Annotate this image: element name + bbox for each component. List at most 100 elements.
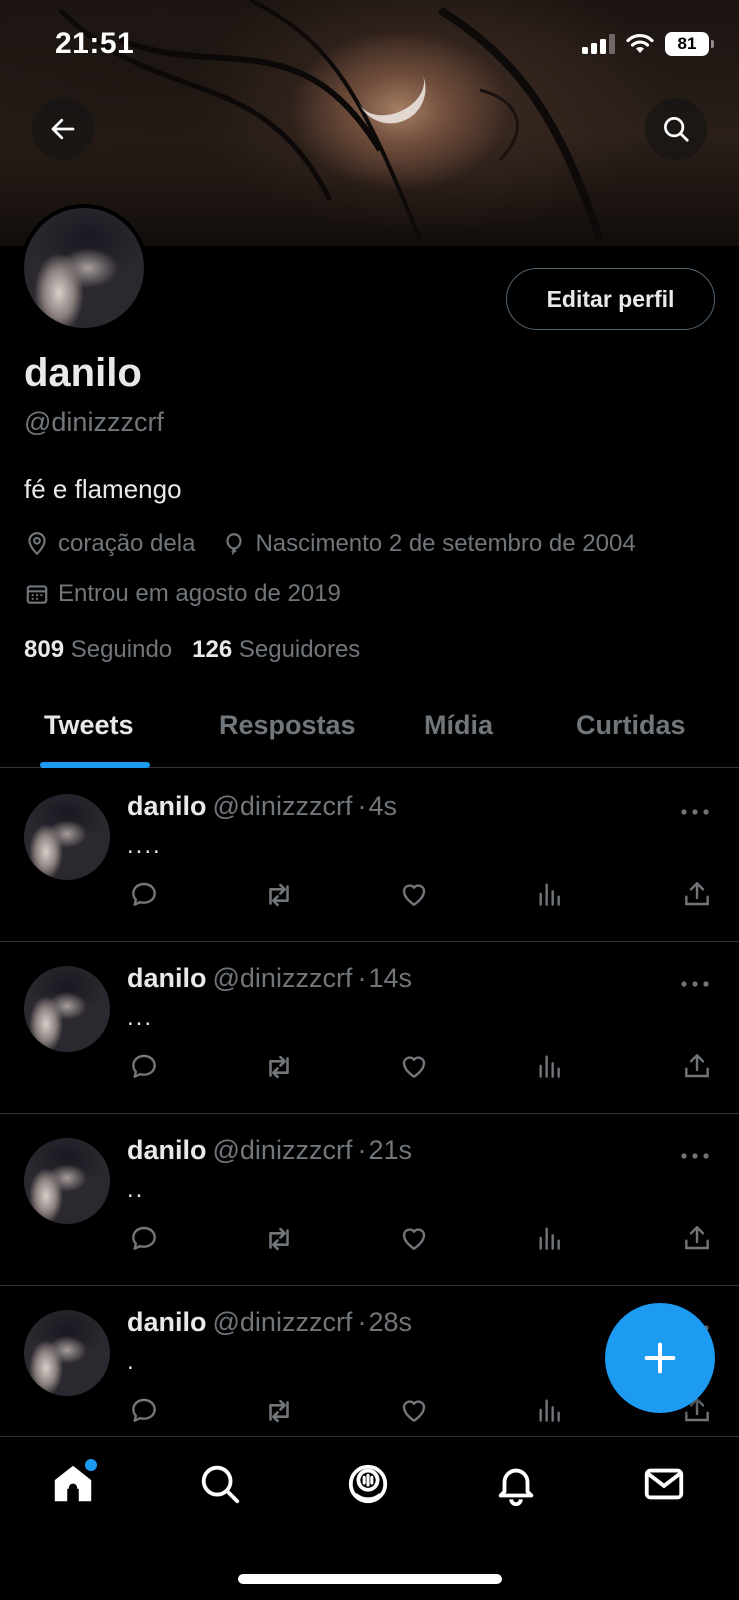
reply-icon[interactable]: [128, 1394, 160, 1431]
more-options-icon[interactable]: [680, 1148, 710, 1166]
tweet-header: danilo @dinizzzcrf ·21s: [127, 1135, 412, 1166]
bell-icon: [498, 1468, 534, 1506]
notification-dot: [85, 1459, 97, 1471]
active-tab-indicator: [40, 762, 150, 768]
followers-count: 126: [192, 636, 233, 663]
tweet-author-handle: @dinizzzcrf: [212, 963, 353, 993]
spaces-icon: [348, 1464, 388, 1504]
share-icon[interactable]: [681, 878, 713, 915]
edit-profile-button[interactable]: Editar perfil: [506, 268, 715, 330]
tab-replies[interactable]: Respostas: [219, 710, 356, 741]
calendar-icon: [24, 581, 50, 607]
tweet-actions: [0, 1222, 739, 1258]
tweet-header: danilo @dinizzzcrf ·14s: [127, 963, 412, 994]
cellular-signal-icon: [582, 34, 615, 54]
tweet-separator: ·: [357, 1135, 367, 1165]
tweet-actions: [0, 878, 739, 914]
tweet-avatar[interactable]: [24, 966, 110, 1052]
profile-tabs: Tweets Respostas Mídia Curtidas: [0, 680, 739, 768]
like-icon[interactable]: [398, 1394, 430, 1431]
battery-icon: 81: [665, 32, 714, 56]
search-icon: [664, 117, 689, 142]
tweet-author-name: danilo: [127, 963, 207, 993]
location-pin-icon: [24, 531, 50, 557]
balloon-icon: [221, 531, 247, 557]
views-icon[interactable]: [534, 1222, 566, 1259]
reply-icon[interactable]: [128, 1222, 160, 1259]
tweet-author-name: danilo: [127, 791, 207, 821]
tweet-item[interactable]: danilo @dinizzzcrf ·14s ...: [0, 942, 739, 1114]
status-time: 21:51: [55, 27, 135, 60]
more-options-icon[interactable]: [680, 804, 710, 822]
nav-notifications[interactable]: [493, 1461, 539, 1512]
profile-handle: @dinizzzcrf: [24, 407, 164, 437]
retweet-icon[interactable]: [262, 1050, 296, 1089]
profile-avatar[interactable]: [20, 204, 148, 332]
wifi-icon: [626, 33, 654, 53]
followers-link[interactable]: 126 Seguidores: [192, 636, 360, 664]
search-icon: [201, 1465, 240, 1504]
profile-location: coração dela: [58, 530, 196, 557]
tweet-avatar[interactable]: [24, 1310, 110, 1396]
tweet-avatar[interactable]: [24, 1138, 110, 1224]
tweet-author-name: danilo: [127, 1307, 207, 1337]
tweet-text: ....: [127, 832, 162, 859]
tweet-time: 4s: [368, 791, 397, 821]
tweet-item[interactable]: danilo @dinizzzcrf ·21s ..: [0, 1114, 739, 1286]
tweet-text: ..: [127, 1176, 145, 1203]
profile-name: danilo: [24, 351, 142, 395]
nav-search[interactable]: [197, 1461, 243, 1512]
tweet-time: 21s: [368, 1135, 412, 1165]
profile-meta-row: coração dela Nascimento 2 de setembro de…: [24, 530, 636, 558]
followers-label: Seguidores: [238, 636, 361, 663]
tab-tweets[interactable]: Tweets: [44, 710, 134, 741]
tweet-header: danilo @dinizzzcrf ·28s: [127, 1307, 412, 1338]
profile-bio: fé e flamengo: [24, 474, 182, 504]
tweet-header: danilo @dinizzzcrf ·4s: [127, 791, 397, 822]
plus-icon: [644, 1342, 676, 1374]
envelope-icon: [644, 1468, 684, 1500]
tweet-time: 14s: [368, 963, 412, 993]
views-icon[interactable]: [534, 1394, 566, 1431]
share-icon[interactable]: [681, 1050, 713, 1087]
tweet-actions: [0, 1050, 739, 1086]
tweet-author-handle: @dinizzzcrf: [212, 791, 353, 821]
share-icon[interactable]: [681, 1222, 713, 1259]
back-button[interactable]: [32, 98, 94, 160]
reply-icon[interactable]: [128, 1050, 160, 1087]
search-button[interactable]: [645, 98, 707, 160]
tweet-avatar[interactable]: [24, 794, 110, 880]
tweet-time: 28s: [368, 1307, 412, 1337]
tweet-separator: ·: [357, 791, 367, 821]
tweet-text: .: [127, 1348, 136, 1375]
more-options-icon[interactable]: [680, 976, 710, 994]
views-icon[interactable]: [534, 878, 566, 915]
follow-stats: 809 Seguindo 126 Seguidores: [24, 636, 360, 664]
arrow-left-icon: [51, 118, 75, 140]
profile-joined-date: Entrou em agosto de 2019: [58, 580, 341, 607]
following-link[interactable]: 809 Seguindo: [24, 636, 172, 664]
like-icon[interactable]: [398, 1222, 430, 1259]
retweet-icon[interactable]: [262, 1222, 296, 1261]
nav-spaces[interactable]: [345, 1461, 391, 1512]
status-icons: 81: [582, 32, 714, 56]
like-icon[interactable]: [398, 878, 430, 915]
tweet-separator: ·: [357, 1307, 367, 1337]
profile-birth-date: Nascimento 2 de setembro de 2004: [255, 530, 636, 557]
views-icon[interactable]: [534, 1050, 566, 1087]
reply-icon[interactable]: [128, 878, 160, 915]
following-count: 809: [24, 636, 65, 663]
tweet-item[interactable]: danilo @dinizzzcrf ·4s ....: [0, 770, 739, 942]
like-icon[interactable]: [398, 1050, 430, 1087]
following-label: Seguindo: [70, 636, 173, 663]
retweet-icon[interactable]: [262, 1394, 296, 1433]
compose-tweet-button[interactable]: [605, 1303, 715, 1413]
tab-media[interactable]: Mídia: [424, 710, 493, 741]
home-indicator: [238, 1574, 502, 1584]
tweet-author-handle: @dinizzzcrf: [212, 1307, 353, 1337]
nav-messages[interactable]: [641, 1461, 687, 1512]
retweet-icon[interactable]: [262, 878, 296, 917]
tab-likes[interactable]: Curtidas: [576, 710, 686, 741]
tweet-author-name: danilo: [127, 1135, 207, 1165]
tweet-separator: ·: [357, 963, 367, 993]
